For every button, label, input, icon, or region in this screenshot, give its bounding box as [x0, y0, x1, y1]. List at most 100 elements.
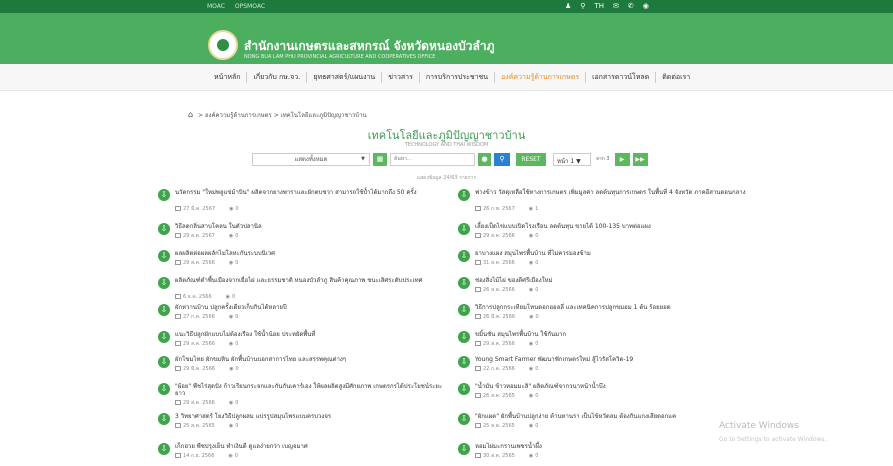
breadcrumb-item-current: เทคโนโลยีและภูมิปัญญาชาวบ้าน [280, 112, 367, 119]
category-select[interactable]: แสดงทั้งหมด ▼ [252, 152, 370, 166]
list-item-meta: 25 ส.ค. 2565 ◉ 0 [475, 422, 538, 430]
list-item-views: 0 [535, 453, 539, 459]
nav-item-services[interactable]: การบริการประชาชน [420, 72, 496, 83]
list-item-title[interactable]: 3 วิทยาศาสตร์ โยงวิธีปลูกผสม แปรรูปสมุนไ… [175, 413, 451, 420]
list-item-title[interactable]: ช่องสิ่งไม้ไผ่ ของดีศรีเมืองใหม่ [475, 277, 751, 284]
list-item-date: 6 ธ.ค. 2566 [183, 294, 212, 300]
list-item-date: 25 ส.ค. 2565 [183, 423, 215, 429]
location-icon[interactable]: ◉ [643, 2, 649, 10]
list-item-title[interactable]: ผลิตภัณฑ์ดำพื้นเมืองจากเยื่อไผ่ และธรรมช… [175, 277, 451, 284]
nav-item-downloads[interactable]: เอกสารดาวน์โหลด [586, 72, 657, 83]
list-item-date: 26 ส.ค. 2565 [483, 393, 515, 399]
mic-button[interactable]: ● [478, 152, 491, 166]
nav-item-contact[interactable]: ติดต่อเรา [656, 72, 696, 83]
download-icon: ⇩ [458, 304, 470, 316]
calendar-icon [175, 294, 181, 299]
download-icon: ⇩ [458, 189, 470, 201]
calendar-icon [475, 453, 481, 458]
download-icon: ⇩ [158, 383, 170, 395]
nav-item-news[interactable]: ข่าวสาร [382, 72, 420, 83]
eye-icon: ◉ [228, 314, 234, 320]
search-input[interactable] [390, 152, 475, 166]
language-selector[interactable]: TH [594, 2, 604, 10]
list-item-title[interactable]: เลี้ยงเป็ดไข่แบบเปิดโรงเรือน ลดต้นทุน ขา… [475, 223, 751, 230]
list-item-views: 0 [235, 341, 239, 347]
last-page-button[interactable]: ▶▶ [632, 152, 648, 166]
list-item-title[interactable]: "ผักแผด" ผักพื้นบ้านปลูกง่าย ต้านทานรา เ… [475, 413, 751, 420]
nav-item-knowledge[interactable]: องค์ความรู้ด้านการเกษตร [495, 72, 587, 83]
phone-icon[interactable]: ✆ [628, 2, 634, 10]
nav-item-strategy[interactable]: ยุทธศาสตร์/แผนงาน [307, 72, 383, 83]
list-item-date: 22 ก.ค. 2566 [483, 366, 515, 372]
page-of-label: จาก 3 [596, 156, 610, 162]
list-item-date: 26 ก.พ. 2567 [483, 206, 515, 212]
list-item-views: 0 [235, 366, 239, 372]
list-item-views: 0 [535, 341, 539, 347]
nav-item-home[interactable]: หน้าหลัก [208, 72, 248, 83]
calendar-icon [475, 393, 481, 398]
home-icon[interactable]: ⌂ [188, 110, 193, 119]
list-item-views: 0 [235, 400, 239, 406]
list-item-title[interactable]: Young Smart Farmer พัฒนาฟักเกษตรใหม่ สู้… [475, 356, 751, 363]
top-utility-bar: MOAC OPSMOAC ♟ ⚲ TH ✉ ✆ ◉ [0, 0, 893, 13]
list-item-views: 0 [535, 233, 539, 239]
list-item-title[interactable]: ฟางข้าว วัสดุเหลือใช้ทางการเกษตร เพิ่มมู… [475, 189, 751, 196]
list-item-title[interactable]: วิธีลดกลิ่นสาบโคลน ในตัวปลานิล [175, 223, 451, 230]
mail-icon[interactable]: ✉ [613, 2, 619, 10]
list-item-title[interactable]: ผักหวานบ้าน ปลูกครั้งเดียวเก็บกินได้หลาย… [175, 304, 451, 311]
eye-icon: ◉ [228, 453, 233, 459]
list-item-meta: 27 ก.ค. 2566 ◉ 0 [175, 313, 238, 321]
list-item-views: 0 [535, 260, 539, 266]
calendar-icon [175, 341, 181, 346]
calendar-button[interactable]: ▦ [373, 152, 387, 166]
site-logo[interactable] [208, 30, 238, 60]
eye-icon: ◉ [528, 366, 534, 372]
search-icon[interactable]: ⚲ [580, 2, 585, 10]
reset-button[interactable]: RESET [516, 152, 546, 166]
list-item-date: 29 มี.ค. 2566 [183, 366, 216, 372]
list-item-title[interactable]: "ผ้อย" พืชไร่สุดปัง ก้าวเรียนกระจกและกัน… [175, 383, 451, 397]
eye-icon: ◉ [528, 423, 534, 429]
list-item-title[interactable]: "น้ำมัน ข้าวหอมมะลิ" ผลิตภัณฑ์จากวนาหน้า… [475, 383, 751, 390]
list-item-title[interactable]: ผักโขมไทย ผักขมหิน ผักพื้นบ้านบอกสาการไท… [175, 356, 451, 363]
breadcrumb-item-knowledge[interactable]: องค์ความรู้ด้านการเกษตร [205, 112, 272, 119]
eye-icon: ◉ [228, 233, 234, 239]
download-icon: ⇩ [458, 277, 470, 289]
list-item-views: 0 [535, 287, 539, 293]
moac-link[interactable]: MOAC [207, 3, 225, 10]
breadcrumb-separator: > [273, 112, 279, 119]
list-item-title[interactable]: แนะวิธีปลูกผักแบบไม่ต้องเรือง ใช้น้ำน้อย… [175, 331, 451, 338]
list-item-views: 0 [535, 314, 539, 320]
list-item-date: 29 ส.ค. 2566 [183, 341, 215, 347]
list-item-title[interactable]: นวัตกรรม "ใหม่พลูแข่ม้าบิน" ผลิตจากยางพา… [175, 189, 451, 196]
opsmoac-link[interactable]: OPSMOAC [235, 3, 265, 10]
main-nav: หน้าหลัก เกี่ยวกับ กษ.จว. ยุทธศาสตร์/แผน… [0, 64, 893, 91]
list-item-views: 1 [535, 206, 539, 212]
list-item-title[interactable]: วิธีการปลูกกระเทียมโทนดอกฮอลลี่ และเทคนิ… [475, 304, 751, 311]
list-item-date: 29 ส.ค. 2566 [183, 260, 215, 266]
list-item-meta: 29 ส.ค. 2566 ◉ 0 [175, 259, 238, 267]
calendar-icon [175, 366, 181, 371]
list-item-title[interactable]: ผลผลิตต่อผลผลักไม่โลหะกันระบบนิเวศ [175, 250, 451, 257]
list-item-title[interactable]: หอมไผ่มะกรานเพชรน้ำผึ้ง [475, 443, 751, 450]
next-page-button[interactable]: ▶ [614, 152, 630, 166]
list-item-meta: 31 ส.ค. 2566 ◉ 0 [475, 259, 538, 267]
list-item-title[interactable]: ขมิ้นชัน สมุนไพรพื้นบ้าน ใช้กันมาก [475, 331, 751, 338]
download-icon: ⇩ [158, 304, 170, 316]
download-icon: ⇩ [158, 250, 170, 262]
list-item-views: 0 [235, 423, 239, 429]
page-select[interactable]: หน้า 1 ▼ [553, 152, 591, 166]
search-button[interactable]: ⚲ [494, 152, 510, 166]
list-item-meta: 6 ธ.ค. 2566 ◉ 0 [175, 293, 235, 301]
breadcrumb: ⌂ > องค์ความรู้ด้านการเกษตร > เทคโนโลยีแ… [188, 110, 367, 120]
download-icon: ⇩ [158, 189, 170, 201]
list-item-title[interactable]: ยาบางแผง สมุนไพรพื้นบ้าน ที่ไม่ควรมองข้า… [475, 250, 751, 257]
list-item-title[interactable]: เก็กฮวย พืชปรุงเย็น ทำเงินดี ดูแลง่ายกว่… [175, 443, 451, 450]
list-item-date: 29 ส.ค. 2566 [183, 400, 215, 406]
user-icon[interactable]: ♟ [565, 2, 571, 10]
nav-item-about[interactable]: เกี่ยวกับ กษ.จว. [247, 72, 308, 83]
eye-icon: ◉ [228, 260, 234, 266]
list-item-meta: 29 ส.ค. 2566 ◉ 0 [475, 232, 538, 240]
eye-icon: ◉ [528, 287, 534, 293]
list-item-views: 0 [535, 393, 539, 399]
